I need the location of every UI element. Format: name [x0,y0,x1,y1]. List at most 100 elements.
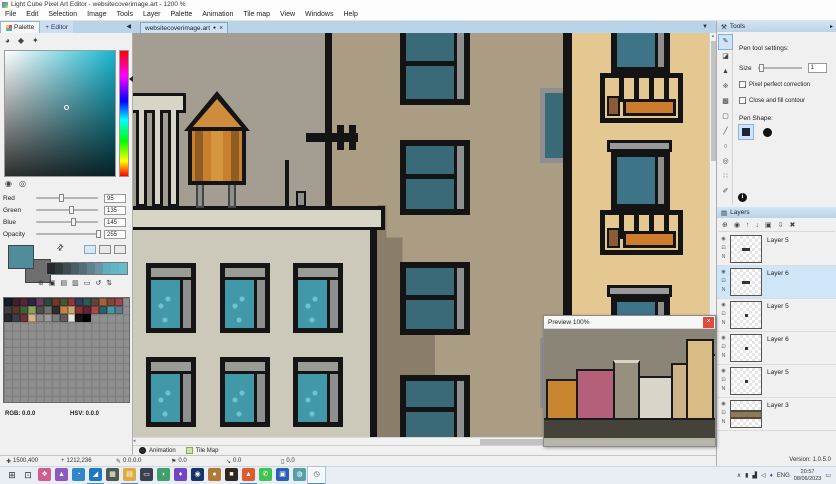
droplet-icon[interactable]: ◆ [18,36,24,45]
layer-blend-icon[interactable]: N [717,319,730,328]
collapse-left-icon[interactable]: ◀ [126,23,131,30]
slider-value-field[interactable]: 95 [104,194,126,203]
palette-swatch[interactable] [4,314,12,322]
tab-editor[interactable]: + Editor [40,21,73,33]
layer-visibility-icon[interactable]: ◉ [717,268,730,277]
palette-swatch[interactable] [28,306,36,314]
layer-lock-icon[interactable]: ⊡ [717,343,730,352]
ramp-option-button-1[interactable] [84,245,96,254]
ramp-swatch[interactable] [95,263,103,274]
size-value-field[interactable]: 1 [808,63,827,73]
layer-row[interactable]: ◉ ⊡ N Layer 5 [717,365,836,398]
palette-swatch[interactable] [75,306,83,314]
spray-tool[interactable]: ※ [719,80,732,94]
pen-tool[interactable]: ✎ [719,35,732,49]
palette-swatch[interactable] [83,298,91,306]
layer-lock-icon[interactable]: ⊡ [717,409,730,418]
layer-visibility-icon[interactable]: ◉ [717,400,730,409]
app-teal[interactable]: ◍ [291,467,308,484]
add-color-icon[interactable]: ⊕ [38,279,44,287]
layer-visibility-icon[interactable]: ◉ [717,334,730,343]
layer-blend-icon[interactable]: N [717,253,730,262]
layer-thumbnail[interactable] [730,301,762,329]
ramp-swatch[interactable] [79,263,87,274]
slider-track[interactable] [36,233,98,235]
layer-thumbnail[interactable] [730,235,762,263]
slider-track[interactable] [36,197,98,199]
palette-swatch[interactable] [60,314,68,322]
palette-swatch[interactable] [28,314,36,322]
layer-row[interactable]: ◉ ⊡ N Layer 6 [717,266,836,299]
tools-panel-header[interactable]: ⚒ Tools ▸ [717,21,836,32]
layer-blend-icon[interactable]: N [717,286,730,295]
delete-layer-button[interactable]: ✖ [789,221,795,229]
ramp-swatch[interactable] [103,263,111,274]
network-icon[interactable]: ▟ [752,472,757,479]
eraser-tool[interactable]: ◪ [719,50,732,64]
palette-swatch[interactable] [36,298,44,306]
palette-cycle-icon[interactable]: ◎ [19,179,26,188]
layer-visibility-icon[interactable]: ◉ [717,235,730,244]
ramp-swatch[interactable] [63,263,71,274]
pixel-perfect-checkbox[interactable] [739,81,746,88]
layer-lock-icon[interactable]: ⊡ [717,244,730,253]
palette-swatch[interactable] [52,314,60,322]
palette-swatch[interactable] [75,314,83,322]
foreground-color-swatch[interactable] [8,245,34,269]
menu-item[interactable]: Layer [138,11,166,18]
pen-shape-circle[interactable] [760,125,774,139]
palette-swatch[interactable] [99,298,107,306]
layer-thumbnail[interactable] [730,334,762,362]
layers-panel-header[interactable]: ▤ Layers [717,207,836,218]
load-palette-icon[interactable]: ▤ [61,279,68,287]
app-photos[interactable]: ❖ [36,467,53,484]
document-tab[interactable]: websitecoverimage.art ● × [140,22,228,33]
hue-slider[interactable] [119,50,129,177]
ramp-option-button-3[interactable] [114,245,126,254]
undo-palette-icon[interactable]: ↺ [95,279,101,287]
layer-visibility-icon[interactable]: ◉ [717,367,730,376]
close-fill-checkbox[interactable] [739,97,746,104]
slider-value-field[interactable]: 145 [104,218,126,227]
app-lightcube[interactable]: ◷ [308,467,325,484]
palette-swatch[interactable] [36,314,44,322]
layer-lock-icon[interactable]: ⊡ [717,376,730,385]
language-indicator[interactable]: ENG [777,473,790,479]
app-explorer[interactable]: ▤ [121,467,138,484]
ramp-swatch[interactable] [47,263,55,274]
app-vlc[interactable]: ▲ [53,467,70,484]
sort-palette-icon[interactable]: ⇅ [106,279,112,287]
palette-swatch[interactable] [20,306,28,314]
layer-lock-icon[interactable]: ⊡ [717,310,730,319]
palette-swatch[interactable] [20,298,28,306]
palette-swatch[interactable] [83,306,91,314]
menu-item[interactable]: Selection [43,11,82,18]
palette-grid[interactable] [3,297,130,403]
color-picker-tool[interactable]: ✐ [719,185,732,199]
burst-icon[interactable]: ✦ [32,36,39,45]
selection-tool[interactable]: ▢ [719,110,732,124]
app-green[interactable]: ◗ [155,467,172,484]
menu-item[interactable]: Edit [21,11,43,18]
slider-value-field[interactable]: 135 [104,206,126,215]
preview-window[interactable]: Preview 100% × [543,315,716,447]
palette-swatch[interactable] [99,306,107,314]
ramp-swatch[interactable] [87,263,95,274]
merge-layer-button[interactable]: ▣ [765,221,772,229]
slider-thumb[interactable] [59,194,64,202]
palette-swatch[interactable] [12,298,20,306]
tilemap-tab[interactable]: Tile Map [186,447,219,454]
palette-swatch[interactable] [60,298,68,306]
slider-track[interactable] [36,209,98,211]
volume-icon[interactable]: ◁ [761,472,766,479]
palette-swatch[interactable] [115,298,123,306]
app-bronze[interactable]: ● [206,467,223,484]
menu-item[interactable]: Tools [112,11,138,18]
slider-thumb[interactable] [71,218,76,226]
layer-thumbnail[interactable] [730,400,762,428]
dither-tool[interactable]: ∷ [719,170,732,184]
ramp-swatch[interactable] [111,263,119,274]
saturation-value-picker[interactable] [4,50,116,177]
preview-close-button[interactable]: × [703,317,714,328]
swatch-grid-icon[interactable]: ▥ [72,279,79,287]
